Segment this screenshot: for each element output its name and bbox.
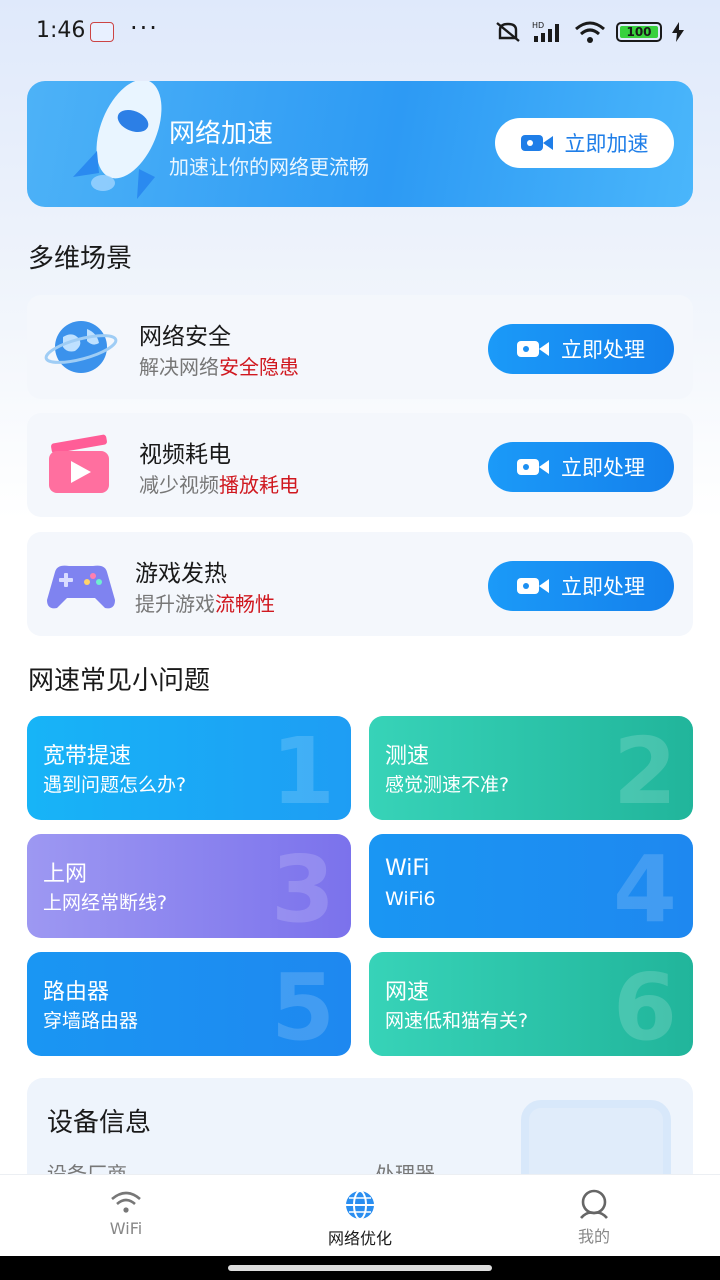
tab-wifi[interactable]: WiFi: [6, 1175, 246, 1257]
globe-icon: [44, 321, 118, 373]
scene-card-game-heat: 游戏发热 提升游戏流畅性 立即处理: [27, 532, 693, 636]
status-indicators: HD 100: [494, 20, 684, 44]
faq-card-wifi[interactable]: 4 WiFi WiFi6: [369, 834, 693, 938]
mute-icon: [496, 22, 520, 42]
rocket-icon: [73, 81, 162, 199]
tab-label: 我的: [577, 1227, 610, 1246]
more-notifications-icon: ···: [130, 14, 159, 42]
faq-number: 5: [270, 954, 335, 1056]
faq-number: 6: [612, 954, 677, 1056]
faq-card-network-speed[interactable]: 6 网速 网速低和猫有关?: [369, 952, 693, 1056]
faq-subtitle: 网速低和猫有关?: [385, 1010, 529, 1032]
video-camera-icon: [517, 578, 549, 594]
faq-card-router[interactable]: 5 路由器 穿墙路由器: [27, 952, 351, 1056]
scene-description: 减少视频播放耗电: [139, 473, 299, 497]
faq-card-speed-test[interactable]: 2 测速 感觉测速不准?: [369, 716, 693, 820]
faq-number: 2: [612, 718, 677, 820]
faq-subtitle: 穿墙路由器: [43, 1010, 139, 1032]
baidu-app-icon: [90, 22, 114, 42]
tab-label: 网络优化: [327, 1229, 392, 1248]
user-icon: [580, 1189, 608, 1219]
faq-subtitle: WiFi6: [385, 888, 436, 910]
battery-level: 100: [626, 25, 652, 39]
signal-icon: HD: [532, 21, 559, 42]
globe-icon: [346, 1190, 374, 1220]
handle-now-label: 立即处理: [561, 575, 645, 599]
svg-text:HD: HD: [532, 21, 544, 30]
accelerate-now-button[interactable]: 立即加速: [495, 118, 674, 168]
bottom-tab-bar: WiFi 网络优化 我的: [0, 1174, 720, 1256]
faq-card-internet[interactable]: 3 上网 上网经常断线?: [27, 834, 351, 938]
faq-subtitle: 感觉测速不准?: [385, 774, 510, 796]
accelerate-banner[interactable]: 网络加速 加速让你的网络更流畅 立即加速: [27, 81, 693, 207]
scene-card-video-power: 视频耗电 减少视频播放耗电 立即处理: [27, 413, 693, 517]
tab-network-optimize[interactable]: 网络优化: [240, 1175, 480, 1257]
scene-title: 游戏发热: [135, 561, 227, 587]
faq-title: 路由器: [43, 980, 110, 1005]
video-camera-icon: [520, 135, 553, 151]
faq-card-broadband[interactable]: 1 宽带提速 遇到问题怎么办?: [27, 716, 351, 820]
scene-title: 视频耗电: [139, 442, 231, 468]
tab-mine[interactable]: 我的: [474, 1175, 714, 1257]
faq-number: 4: [612, 836, 677, 938]
charging-icon: [672, 22, 684, 42]
scene-description: 提升游戏流畅性: [135, 592, 275, 616]
scene-card-network-security: 网络安全 解决网络安全隐患 立即处理: [27, 295, 693, 399]
wifi-icon: [111, 1191, 141, 1213]
faq-subtitle: 上网经常断线?: [43, 892, 168, 914]
faq-number: 3: [270, 836, 335, 938]
status-bar: 1:46 ··· HD 100: [0, 0, 720, 66]
video-camera-icon: [517, 459, 549, 475]
video-camera-icon: [517, 341, 549, 357]
handle-now-label: 立即处理: [561, 338, 645, 362]
handle-now-button[interactable]: 立即处理: [488, 561, 674, 611]
faq-subtitle: 遇到问题怎么办?: [43, 774, 187, 796]
banner-subtitle: 加速让你的网络更流畅: [169, 155, 369, 179]
faq-title: 测速: [385, 744, 430, 769]
status-time: 1:46: [36, 18, 86, 43]
faq-section-title: 网速常见小问题: [28, 666, 211, 696]
faq-title: 上网: [43, 862, 88, 887]
faq-title: 宽带提速: [43, 744, 132, 769]
faq-title: WiFi: [385, 856, 430, 881]
video-play-icon: [49, 434, 109, 493]
handle-now-label: 立即处理: [561, 456, 645, 480]
system-nav-bar: [0, 1256, 720, 1280]
handle-now-button[interactable]: 立即处理: [488, 324, 674, 374]
accelerate-now-label: 立即加速: [564, 132, 649, 156]
home-indicator[interactable]: [228, 1265, 492, 1271]
scene-title: 网络安全: [139, 324, 231, 350]
battery-icon: 100: [616, 22, 662, 42]
faq-number: 1: [270, 718, 335, 820]
device-info-title: 设备信息: [47, 1108, 152, 1138]
handle-now-button[interactable]: 立即处理: [488, 442, 674, 492]
banner-title: 网络加速: [169, 119, 274, 149]
gamepad-icon: [47, 565, 115, 609]
tab-label: WiFi: [109, 1219, 143, 1238]
wifi-status-icon: [575, 21, 605, 43]
scenes-section-title: 多维场景: [28, 244, 133, 274]
faq-title: 网速: [385, 980, 430, 1005]
scene-description: 解决网络安全隐患: [139, 355, 299, 379]
